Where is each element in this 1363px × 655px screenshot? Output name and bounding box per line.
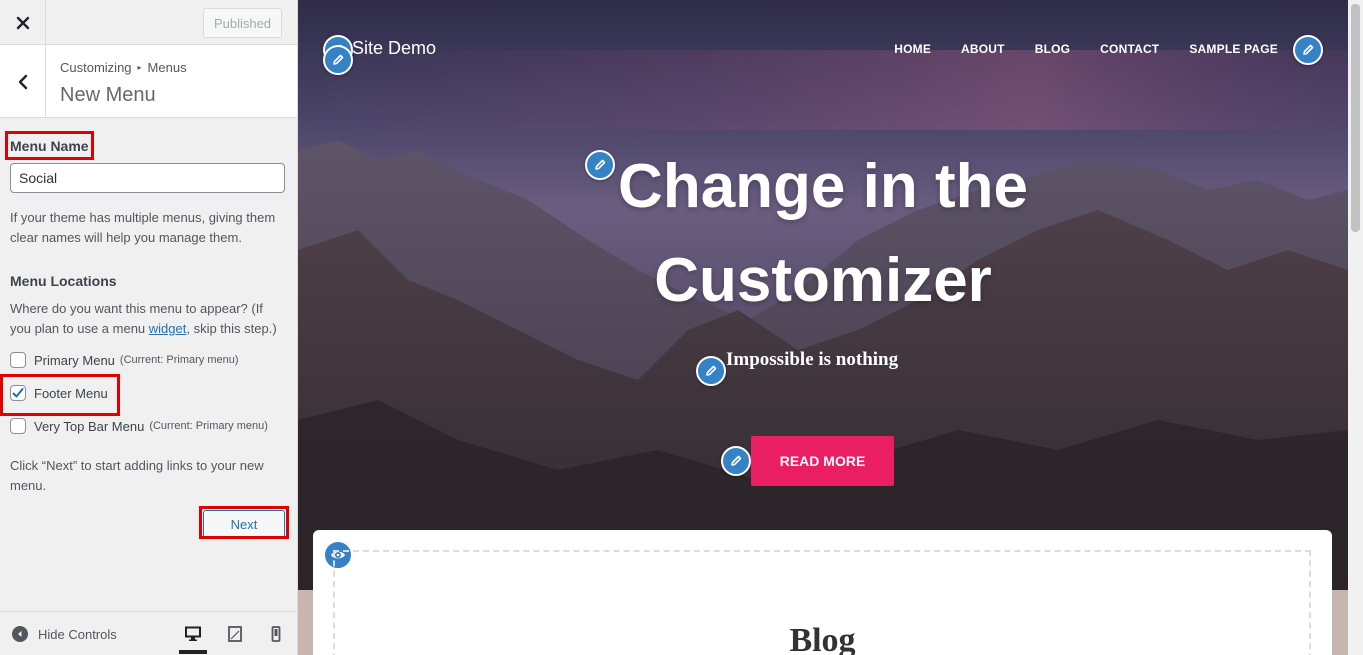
site-title[interactable]: Site Demo	[352, 38, 436, 59]
back-button[interactable]	[0, 45, 46, 118]
tablet-icon	[228, 626, 242, 642]
scrollbar-thumb[interactable]	[1351, 4, 1360, 232]
hide-controls-button[interactable]: Hide Controls	[12, 626, 117, 642]
highlight-menu-name	[5, 131, 94, 160]
menu-locations-label: Menu Locations	[10, 273, 117, 289]
desktop-icon	[185, 626, 201, 641]
hide-controls-label: Hide Controls	[38, 626, 117, 642]
preview-mobile-button[interactable]	[262, 622, 290, 654]
preview-scrollbar[interactable]	[1348, 0, 1363, 655]
preview-tablet-button[interactable]	[221, 622, 249, 654]
blog-section: Blog	[313, 530, 1332, 655]
read-more-button[interactable]: READ MORE	[751, 436, 894, 486]
edit-hero-subtitle-button[interactable]	[696, 356, 726, 386]
sidebar-header: Published	[0, 0, 297, 45]
locations-desc-text-end: , skip this step.)	[186, 321, 277, 336]
site-preview: Site Demo HOME ABOUT BLOG CONTACT SAMPLE…	[298, 0, 1348, 655]
breadcrumb-section: Menus	[147, 60, 187, 75]
nav-item-about[interactable]: ABOUT	[961, 42, 1005, 56]
panel-titlebar: Customizing ▸ Menus New Menu	[0, 45, 297, 118]
pencil-icon	[706, 365, 717, 376]
location-option-very-top-bar[interactable]: Very Top Bar Menu (Current: Primary menu…	[10, 418, 268, 434]
hero-subtitle: Impossible is nothing	[726, 349, 899, 370]
close-customizer-button[interactable]	[0, 0, 46, 45]
hero-title: Change in the Customizer	[568, 140, 1078, 328]
chevron-left-icon	[18, 74, 27, 89]
nav-item-blog[interactable]: BLOG	[1035, 42, 1070, 56]
very-top-bar-checkbox[interactable]	[10, 418, 26, 434]
primary-menu-checkbox[interactable]	[10, 352, 26, 368]
breadcrumb-separator-icon: ▸	[137, 63, 142, 72]
breadcrumb-root: Customizing	[60, 60, 132, 75]
close-icon	[16, 16, 29, 29]
menu-name-description: If your theme has multiple menus, giving…	[10, 210, 276, 245]
location-current: (Current: Primary menu)	[119, 354, 239, 366]
location-current: (Current: Primary menu)	[149, 420, 268, 432]
pencil-icon	[1303, 44, 1314, 55]
widget-link[interactable]: widget	[149, 321, 187, 336]
pencil-icon	[333, 54, 344, 65]
hero-title-line: Customizer	[654, 246, 992, 315]
pencil-icon	[731, 455, 742, 466]
breadcrumb: Customizing ▸ Menus	[60, 60, 187, 75]
edit-cta-button[interactable]	[721, 446, 751, 476]
nav-item-contact[interactable]: CONTACT	[1100, 42, 1159, 56]
panel-title: New Menu	[60, 84, 156, 106]
primary-nav: HOME ABOUT BLOG CONTACT SAMPLE PAGE	[894, 42, 1278, 56]
blog-heading: Blog	[789, 622, 856, 655]
preview-desktop-button[interactable]	[179, 622, 207, 654]
nav-item-sample-page[interactable]: SAMPLE PAGE	[1189, 42, 1278, 56]
customizer-sidebar: Published Customizing ▸ Menus New Menu M…	[0, 0, 298, 655]
menu-name-input[interactable]: Social	[10, 163, 285, 193]
hide-controls-icon	[12, 626, 28, 642]
location-label: Very Top Bar Menu	[34, 418, 145, 434]
edit-menu-button[interactable]	[1293, 35, 1323, 65]
highlight-next-button	[199, 506, 289, 539]
location-label: Primary Menu	[34, 352, 115, 368]
nav-item-home[interactable]: HOME	[894, 42, 931, 56]
menu-locations-description: Where do you want this menu to appear? (…	[10, 299, 285, 339]
next-hint: Click “Next” to start adding links to yo…	[10, 458, 264, 493]
location-option-primary[interactable]: Primary Menu (Current: Primary menu)	[10, 352, 239, 368]
highlight-footer-menu	[0, 374, 120, 416]
sidebar-footer: Hide Controls	[0, 611, 297, 655]
published-button[interactable]: Published	[203, 8, 282, 38]
mobile-icon	[271, 626, 281, 642]
edit-site-logo-button[interactable]	[323, 45, 353, 75]
hero-title-line: Change in the	[618, 152, 1028, 221]
